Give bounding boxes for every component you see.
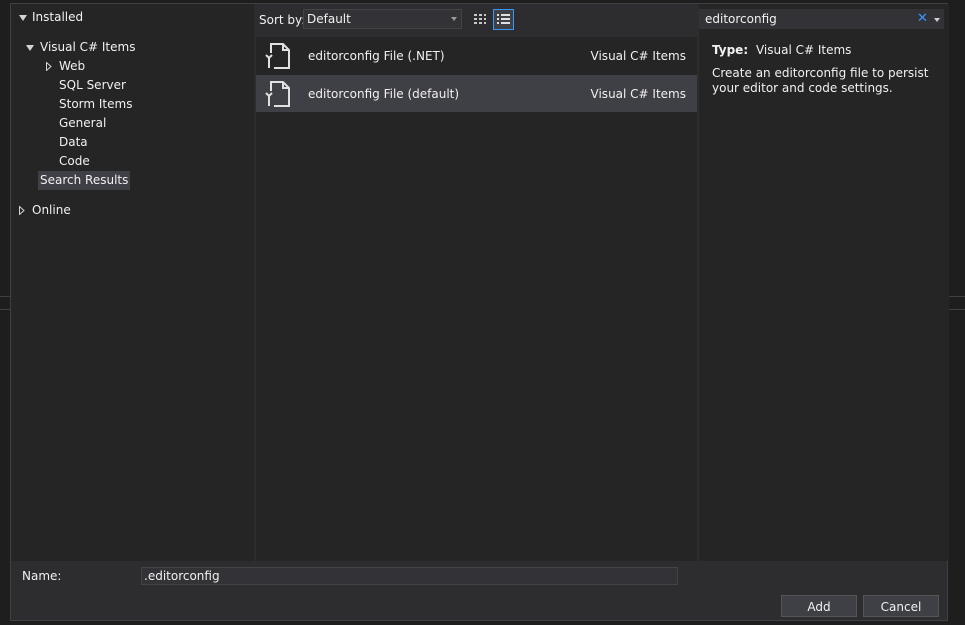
medium-icons-view-button[interactable] <box>470 9 490 29</box>
template-item-editorconfig-dotnet[interactable]: editorconfig File (.NET) Visual C# Items <box>256 37 697 74</box>
cancel-button[interactable]: Cancel <box>863 595 939 617</box>
tree-node-label: Installed <box>32 10 84 24</box>
details-pane: editorconfig ✕ Type: Visual C# Items Cre… <box>699 4 949 561</box>
type-row: Type: Visual C# Items <box>712 43 851 57</box>
list-view-icon <box>497 14 510 24</box>
expanded-icon <box>19 15 27 21</box>
name-input[interactable]: .editorconfig <box>141 567 678 585</box>
tree-node-search-results[interactable]: Search Results <box>38 171 131 190</box>
collapsed-icon <box>19 206 25 215</box>
tree-node-installed[interactable]: Installed <box>11 8 254 27</box>
tree-node-sql-server[interactable]: SQL Server <box>59 76 126 95</box>
tree-node-label: Web <box>59 59 86 73</box>
template-list: editorconfig File (.NET) Visual C# Items… <box>256 37 697 561</box>
clear-search-icon[interactable]: ✕ <box>917 11 928 26</box>
sort-label: Sort by: <box>259 13 306 27</box>
template-name: editorconfig File (default) <box>308 87 460 101</box>
name-input-value: .editorconfig <box>144 569 220 583</box>
name-label: Name: <box>22 569 62 583</box>
template-name: editorconfig File (.NET) <box>308 49 445 63</box>
search-installed-templates[interactable]: editorconfig ✕ <box>699 9 944 29</box>
sort-value: Default <box>307 12 351 26</box>
type-label: Type: <box>712 43 749 57</box>
tree-node-online[interactable]: Online <box>11 201 254 220</box>
template-item-editorconfig-default[interactable]: editorconfig File (default) Visual C# It… <box>256 75 697 112</box>
chevron-down-icon <box>451 17 457 21</box>
list-toolbar: Sort by: Default <box>256 4 697 37</box>
tree-node-label: Online <box>32 203 71 217</box>
template-list-pane: Sort by: Default editorconfig File (.NET… <box>256 4 697 561</box>
search-options-chevron-icon[interactable] <box>934 18 940 22</box>
list-view-button[interactable] <box>493 9 514 30</box>
expanded-icon <box>26 45 34 51</box>
add-new-item-dialog: Installed Visual C# Items Web SQL Server… <box>10 3 949 621</box>
tree-node-web[interactable]: Web <box>11 57 254 76</box>
sort-dropdown[interactable]: Default <box>303 9 462 29</box>
tree-node-data[interactable]: Data <box>59 133 88 152</box>
template-category: Visual C# Items <box>590 87 686 101</box>
template-description: Create an editorconfig file to persist y… <box>712 66 929 95</box>
template-category: Visual C# Items <box>590 49 686 63</box>
add-button[interactable]: Add <box>781 595 857 617</box>
tree-node-visual-csharp-items[interactable]: Visual C# Items <box>11 38 254 57</box>
editorconfig-file-icon <box>265 81 290 107</box>
search-input-value: editorconfig <box>705 12 777 26</box>
template-tree: Installed Visual C# Items Web SQL Server… <box>11 4 254 561</box>
grid-view-icon <box>474 14 486 24</box>
editorconfig-file-icon <box>265 43 290 69</box>
tree-node-label: Visual C# Items <box>40 40 136 54</box>
tree-node-storm-items[interactable]: Storm Items <box>59 95 132 114</box>
tree-node-general[interactable]: General <box>59 114 106 133</box>
tree-node-code[interactable]: Code <box>59 152 90 171</box>
collapsed-icon <box>46 62 52 71</box>
type-value: Visual C# Items <box>755 43 852 57</box>
